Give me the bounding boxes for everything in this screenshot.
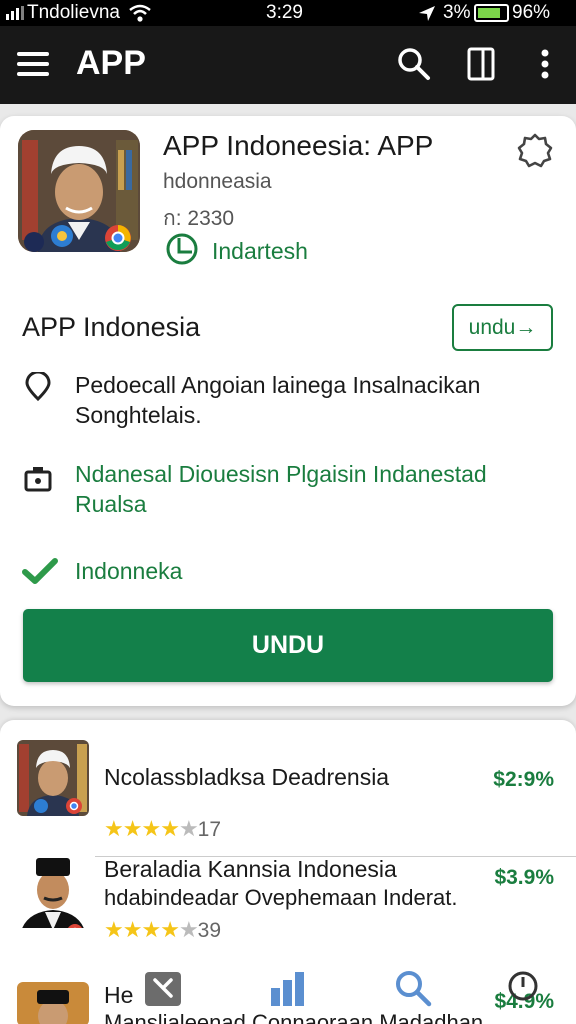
check-icon	[22, 558, 58, 584]
section-title: APP Indonesia	[22, 312, 201, 342]
close-tab-icon[interactable]	[143, 970, 183, 1010]
more-vert-icon[interactable]	[527, 46, 563, 82]
check-text: Indonneka	[75, 558, 183, 584]
app-meta: ก: 2330	[163, 207, 235, 230]
star-icon: ★	[141, 917, 161, 942]
list-item-price: $2:9%	[493, 768, 554, 791]
app-detail-card: APP Indoneesia: APP hdonneasia ก: 2330 I…	[0, 116, 576, 706]
app-subtitle: hdonneasia	[163, 170, 272, 193]
star-icon: ★	[141, 816, 161, 841]
app-bar: APP	[0, 26, 576, 104]
star-icon: ★	[104, 917, 124, 942]
list-item-rating: ★★★★★39	[104, 917, 222, 942]
list-item-subtitle: hdabindeadar Ovephemaan Inderat.	[104, 885, 458, 910]
location-percent: 3%	[443, 2, 471, 23]
search-icon[interactable]	[396, 46, 432, 82]
camera-icon	[24, 467, 52, 492]
developer-icon	[166, 233, 198, 265]
timer-icon[interactable]	[505, 968, 545, 1008]
star-icon: ★	[178, 816, 199, 841]
star-rating: ★★★★★	[104, 816, 199, 841]
app-bar-title: APP	[76, 44, 146, 82]
battery-icon	[474, 4, 509, 22]
tablet-icon[interactable]	[463, 46, 499, 82]
app-thumbnail[interactable]	[18, 130, 140, 252]
star-icon: ★	[104, 816, 124, 841]
carrier-name: Tndolievna	[27, 2, 120, 23]
star-icon: ★	[160, 816, 180, 841]
signal-icon	[6, 6, 24, 20]
list-item-price: $3.9%	[494, 866, 554, 889]
camera-text: Ndanesal Diouesisn Plgaisin Indanestad R…	[75, 461, 487, 517]
wifi-icon	[129, 4, 151, 22]
star-icon: ★	[122, 917, 143, 942]
star-icon: ★	[122, 816, 143, 841]
developer-name[interactable]: Indartesh	[212, 238, 308, 265]
location-pin-icon	[25, 372, 51, 402]
chart-bars-icon[interactable]	[268, 968, 308, 1008]
location-arrow-icon	[419, 6, 435, 21]
list-item-name: Beraladia Kannsia Indonesia	[104, 856, 397, 882]
search-nav-icon[interactable]	[393, 968, 433, 1008]
star-rating: ★★★★★	[104, 917, 199, 942]
avatar	[17, 740, 89, 816]
status-bar: Tndolievna 3:29 3% 96%	[0, 0, 576, 26]
location-text: Pedoecall Angoian lainega Insalnacikan S…	[75, 372, 481, 428]
star-icon: ★	[178, 917, 199, 942]
badge-icon[interactable]	[517, 132, 553, 168]
menu-icon[interactable]	[17, 52, 49, 76]
list-item-rating: ★★★★★17	[104, 816, 222, 841]
battery-percent: 96%	[512, 2, 551, 23]
clock: 3:29	[266, 2, 303, 23]
undu-outline-button[interactable]: undu→	[452, 304, 553, 351]
avatar	[17, 852, 89, 928]
undu-button[interactable]: UNDU	[23, 609, 553, 682]
bottom-nav	[0, 962, 576, 1024]
list-item-name: Ncolassbladksa Deadrensia	[104, 764, 390, 790]
star-icon: ★	[160, 917, 180, 942]
app-name: APP Indoneesia: APP	[163, 130, 434, 161]
